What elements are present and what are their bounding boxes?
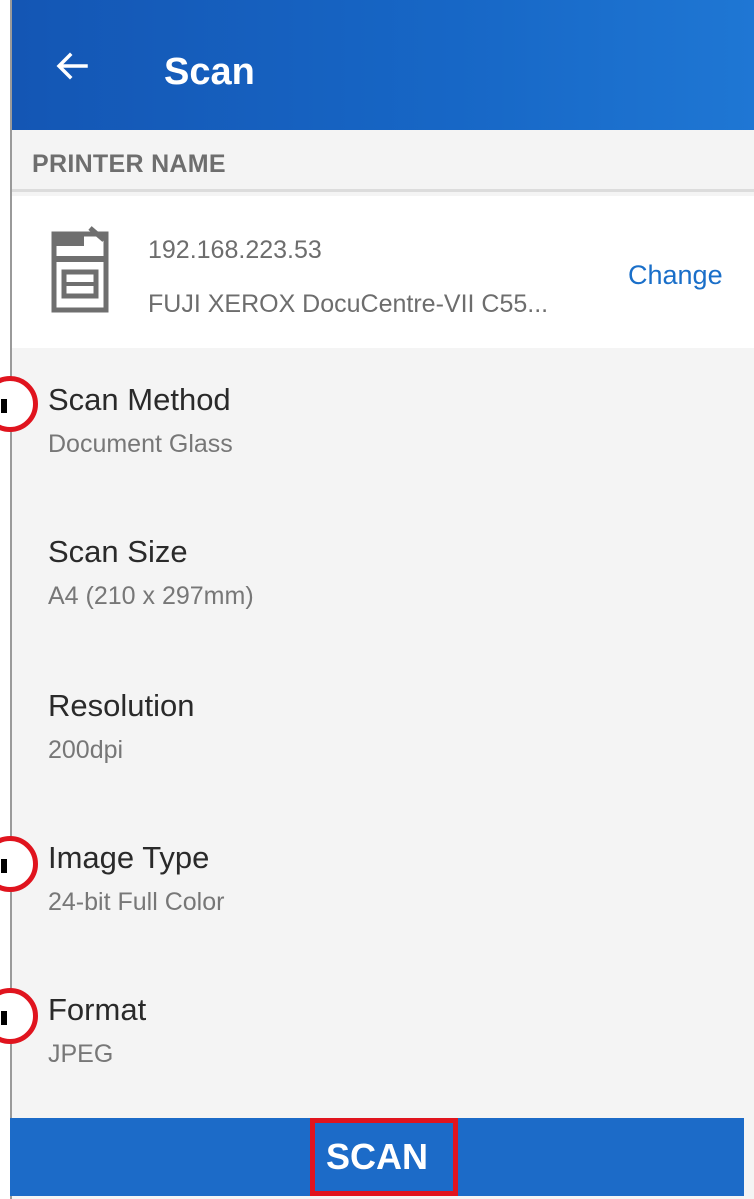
setting-format[interactable]: Format JPEG: [12, 958, 754, 1110]
arrow-left-icon[interactable]: [52, 46, 92, 86]
scan-button-label: SCAN: [325, 1136, 428, 1177]
printer-card: 192.168.223.53 FUJI XEROX DocuCentre-VII…: [12, 196, 754, 348]
setting-value: 24-bit Full Color: [48, 888, 225, 916]
setting-resolution[interactable]: Resolution 200dpi: [12, 654, 754, 806]
printer-ip: 192.168.223.53: [148, 236, 322, 264]
setting-label: Resolution: [48, 688, 195, 723]
app-bar: Scan: [12, 0, 754, 130]
setting-label: Scan Method: [48, 382, 231, 417]
setting-value: Document Glass: [48, 430, 233, 458]
setting-label: Image Type: [48, 840, 210, 875]
scan-button[interactable]: SCAN: [10, 1118, 744, 1196]
printer-section-label: PRINTER NAME: [32, 150, 226, 178]
setting-value: 200dpi: [48, 736, 124, 764]
printer-icon: [50, 224, 110, 316]
setting-scan-method[interactable]: Scan Method Document Glass: [12, 348, 754, 500]
page-title: Scan: [164, 51, 255, 93]
setting-image-type[interactable]: Image Type 24-bit Full Color: [12, 806, 754, 958]
scan-screen: Scan PRINTER NAME 192.168.223.53 FUJI XE…: [10, 0, 754, 1199]
change-printer-button[interactable]: Change: [628, 260, 723, 291]
setting-value: JPEG: [48, 1040, 114, 1068]
setting-scan-size[interactable]: Scan Size A4 (210 x 297mm): [12, 500, 754, 652]
setting-label: Format: [48, 992, 147, 1027]
setting-value: A4 (210 x 297mm): [48, 582, 254, 610]
setting-label: Scan Size: [48, 534, 188, 569]
printer-model: FUJI XEROX DocuCentre-VII C55...: [148, 290, 549, 318]
printer-section-header: PRINTER NAME: [12, 130, 754, 192]
